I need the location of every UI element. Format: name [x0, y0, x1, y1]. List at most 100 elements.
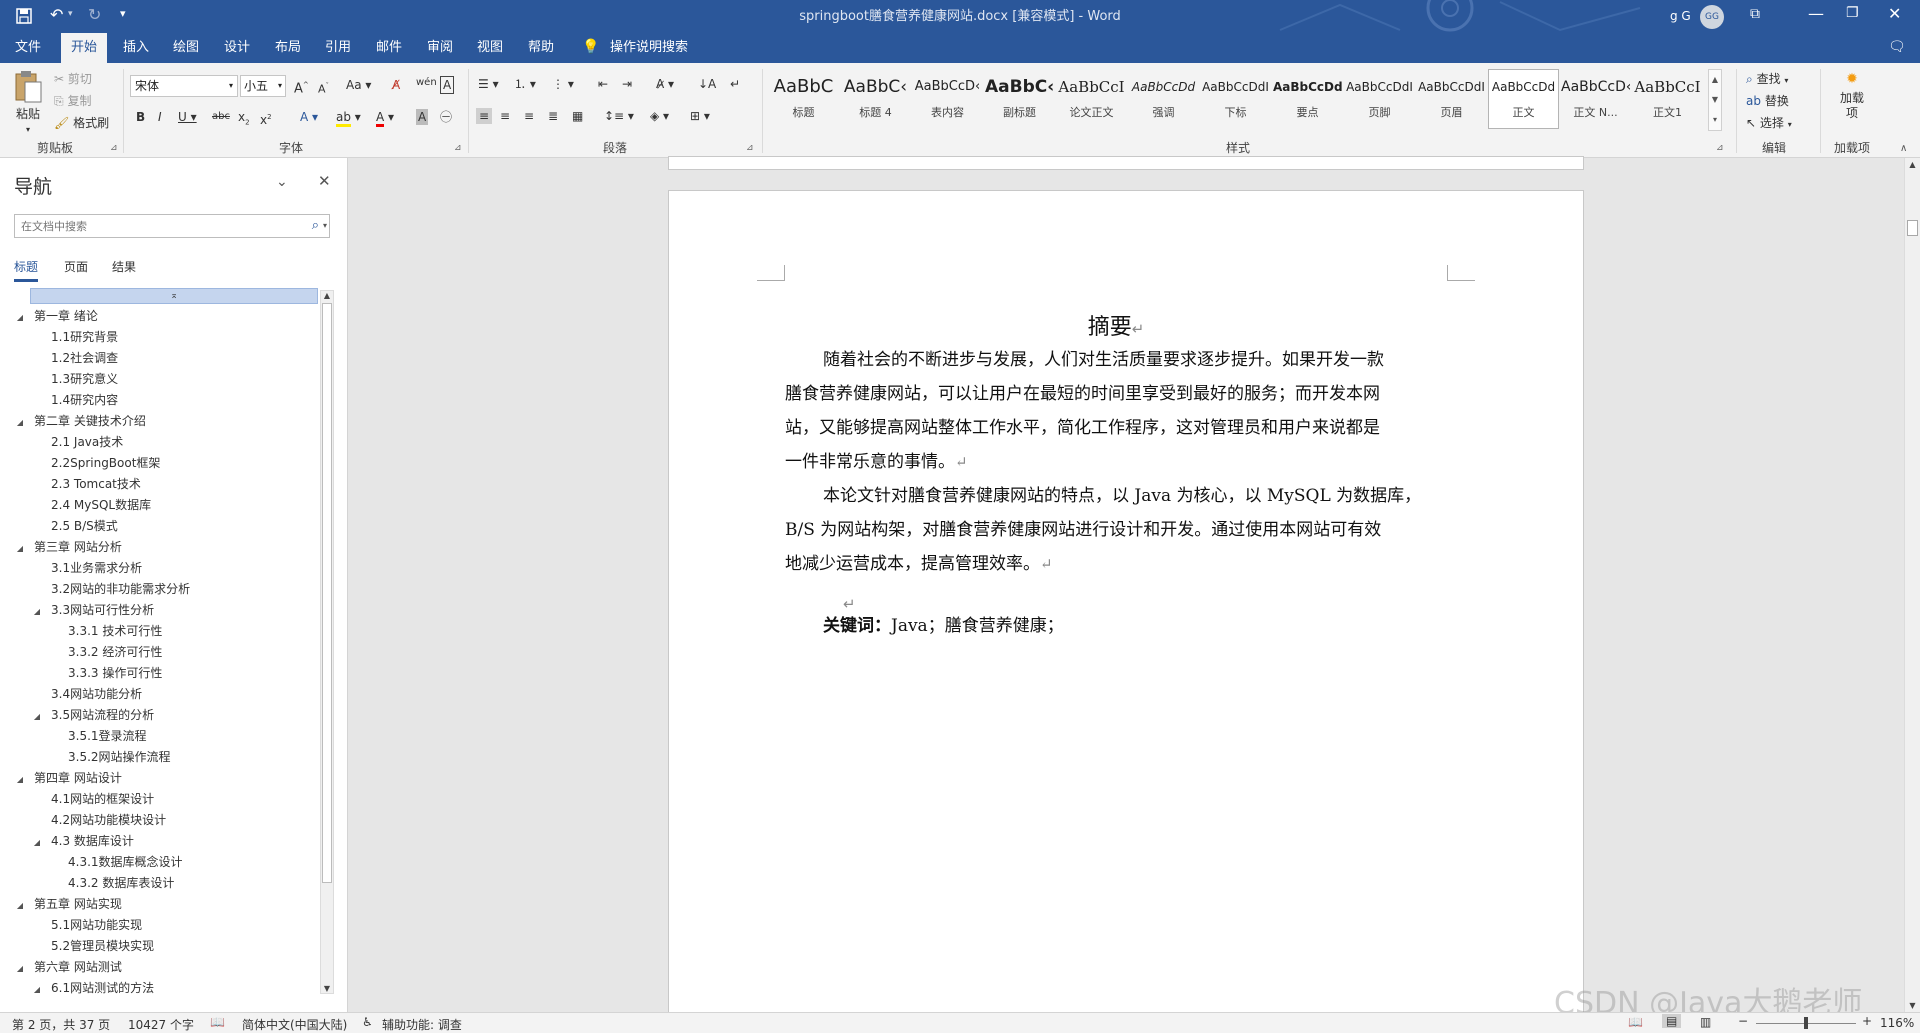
tab-file[interactable]: 文件	[5, 33, 51, 63]
justify-icon[interactable]: ≣	[548, 108, 558, 124]
shading-icon[interactable]: ◈ ▾	[650, 108, 669, 124]
decrease-indent-icon[interactable]: ⇤	[598, 76, 608, 92]
nav-heading-item[interactable]: 1.1研究背景	[31, 327, 118, 348]
scroll-up-icon[interactable]: ▲	[321, 291, 333, 300]
numbering-icon[interactable]: ⒈ ▾	[514, 76, 536, 92]
font-launcher-icon[interactable]: ⊿	[454, 143, 462, 153]
change-case-icon[interactable]: Aa ▾	[346, 77, 371, 93]
word-count[interactable]: 10427 个字	[128, 1016, 194, 1033]
style-header[interactable]: AaBbCcDdI 页眉	[1416, 69, 1487, 129]
expand-caret-icon[interactable]: ◢	[14, 307, 26, 328]
nav-heading-item[interactable]: 2.3 Tomcat技术	[31, 474, 141, 495]
tab-layout[interactable]: 布局	[265, 33, 311, 63]
expand-caret-icon[interactable]: ◢	[14, 958, 26, 979]
nav-heading-item[interactable]: 2.5 B/S模式	[31, 516, 118, 537]
text-effects-icon[interactable]: A ▾	[300, 109, 318, 125]
tab-review[interactable]: 审阅	[417, 33, 463, 63]
style-normal-1[interactable]: AaBbCcI 正文1	[1632, 69, 1703, 129]
style-subtitle[interactable]: AaBbC‹ 副标题	[984, 69, 1055, 129]
language[interactable]: 简体中文(中国大陆)	[242, 1016, 347, 1033]
find-button[interactable]: ⌕ 查找 ▾	[1746, 71, 1788, 89]
nav-heading-item[interactable]: ◢ 第一章 绪论	[14, 306, 98, 327]
italic-icon[interactable]: I	[158, 109, 162, 125]
nav-heading-item[interactable]: 4.2网站功能模块设计	[31, 810, 166, 831]
web-layout-icon[interactable]: ▥	[1700, 1015, 1711, 1029]
nav-tab-headings[interactable]: 标题	[14, 258, 38, 282]
nav-heading-item[interactable]: 3.3.3 操作可行性	[48, 663, 162, 684]
avatar[interactable]: GG	[1700, 5, 1724, 29]
nav-heading-item[interactable]: 3.5.1登录流程	[48, 726, 147, 747]
nav-collapse-all-bar[interactable]: ⌅	[30, 288, 318, 304]
style-footer[interactable]: AaBbCcDdI 页脚	[1344, 69, 1415, 129]
select-button[interactable]: ↖ 选择 ▾	[1746, 115, 1792, 133]
more-styles-icon[interactable]: ▾	[1709, 110, 1721, 130]
align-right-icon[interactable]: ≡	[524, 108, 534, 124]
distributed-icon[interactable]: ▦	[572, 108, 583, 124]
tell-me-search[interactable]: 操作说明搜索	[600, 33, 698, 63]
character-border-icon[interactable]: A	[440, 76, 455, 94]
nav-heading-item[interactable]: ◢ 3.5网站流程的分析	[31, 705, 154, 726]
addins-button[interactable]: ✹ 加载项	[1830, 71, 1874, 121]
nav-heading-item[interactable]: ◢ 第三章 网站分析	[14, 537, 122, 558]
search-icon[interactable]: ⌕	[312, 218, 319, 233]
underline-icon[interactable]: U ▾	[178, 109, 197, 125]
search-input[interactable]	[15, 215, 295, 237]
ribbon-display-options-icon[interactable]: ⧉	[1750, 6, 1760, 22]
nav-heading-item[interactable]: 1.3研究意义	[31, 369, 118, 390]
zoom-level[interactable]: 116%	[1880, 1016, 1914, 1030]
replace-button[interactable]: ab 替换	[1746, 93, 1789, 109]
print-layout-icon[interactable]: ▤	[1662, 1014, 1682, 1028]
nav-heading-item[interactable]: 4.3.2 数据库表设计	[48, 873, 174, 894]
increase-indent-icon[interactable]: ⇥	[622, 76, 632, 92]
nav-heading-item[interactable]: 4.3.1数据库概念设计	[48, 852, 183, 873]
nav-heading-item[interactable]: 4.1网站的框架设计	[31, 789, 154, 810]
enclose-characters-icon[interactable]: ㊀	[440, 109, 452, 125]
superscript-icon[interactable]: x2	[260, 109, 272, 128]
nav-heading-item[interactable]: ◢ 第五章 网站实现	[14, 894, 122, 915]
chevron-down-icon[interactable]: ▼	[1709, 90, 1721, 110]
document-scrollbar[interactable]: ▲ ▼	[1904, 158, 1920, 1012]
nav-heading-item[interactable]: 3.4网站功能分析	[31, 684, 142, 705]
read-mode-icon[interactable]: 📖	[1628, 1015, 1643, 1029]
nav-heading-item[interactable]: 2.4 MySQL数据库	[31, 495, 151, 516]
tab-draw[interactable]: 绘图	[163, 33, 209, 63]
minimize-icon[interactable]: —	[1808, 4, 1824, 23]
chinese-layout-icon[interactable]: A̷ ▾	[656, 76, 674, 92]
nav-scrollbar[interactable]: ▲ ▼	[320, 290, 334, 994]
bold-icon[interactable]: B	[136, 109, 145, 125]
nav-heading-item[interactable]: ◢ 第二章 关键技术介绍	[14, 411, 146, 432]
expand-caret-icon[interactable]: ◢	[14, 895, 26, 916]
nav-heading-item[interactable]: ◢ 第四章 网站设计	[14, 768, 122, 789]
expand-caret-icon[interactable]: ◢	[31, 601, 43, 622]
zoom-slider-thumb[interactable]	[1804, 1017, 1808, 1029]
nav-heading-item[interactable]: ◢ 4.3 数据库设计	[31, 831, 134, 852]
nav-heading-item[interactable]: 3.2网站的非功能需求分析	[31, 579, 190, 600]
zoom-slider[interactable]	[1756, 1017, 1856, 1029]
page-count[interactable]: 第 2 页，共 37 页	[12, 1016, 110, 1033]
close-icon[interactable]: ✕	[1888, 4, 1901, 23]
scroll-up-icon[interactable]: ▲	[1905, 158, 1920, 169]
nav-heading-item[interactable]: 3.5.2网站操作流程	[48, 747, 171, 768]
comments-icon[interactable]: 🗨	[1888, 39, 1906, 55]
subscript-icon[interactable]: x2	[238, 109, 250, 130]
chevron-up-icon[interactable]: ▲	[1709, 70, 1721, 90]
styles-launcher-icon[interactable]: ⊿	[1716, 143, 1724, 153]
nav-heading-item[interactable]: 5.1网站功能实现	[31, 915, 142, 936]
zoom-out-icon[interactable]: −	[1738, 1014, 1748, 1028]
scroll-down-icon[interactable]: ▼	[321, 984, 333, 993]
nav-search-box[interactable]: ⌕ ▾	[14, 214, 330, 238]
nav-heading-item[interactable]: ◢ 第六章 网站测试	[14, 957, 122, 978]
show-marks-icon[interactable]: ↵	[730, 76, 740, 92]
document-page[interactable]: 摘要↵ 随着社会的不断进步与发展，人们对生活质量要求逐步提升。如果开发一款 膳食…	[668, 190, 1584, 1030]
align-left-icon[interactable]: ≡	[476, 108, 493, 124]
paste-button[interactable]: 粘贴 ▾	[8, 69, 48, 134]
font-color-icon[interactable]: A ▾	[376, 109, 394, 127]
scroll-thumb[interactable]	[1907, 220, 1918, 236]
collapse-ribbon-icon[interactable]: ∧	[1900, 143, 1907, 154]
clipboard-launcher-icon[interactable]: ⊿	[110, 143, 118, 153]
tab-help[interactable]: 帮助	[518, 33, 564, 63]
style-normal[interactable]: AaBbCcDd 正文	[1488, 69, 1559, 129]
nav-tab-results[interactable]: 结果	[112, 258, 136, 275]
sort-icon[interactable]: ↓A	[698, 76, 716, 92]
character-shading-icon[interactable]: A	[416, 109, 429, 125]
